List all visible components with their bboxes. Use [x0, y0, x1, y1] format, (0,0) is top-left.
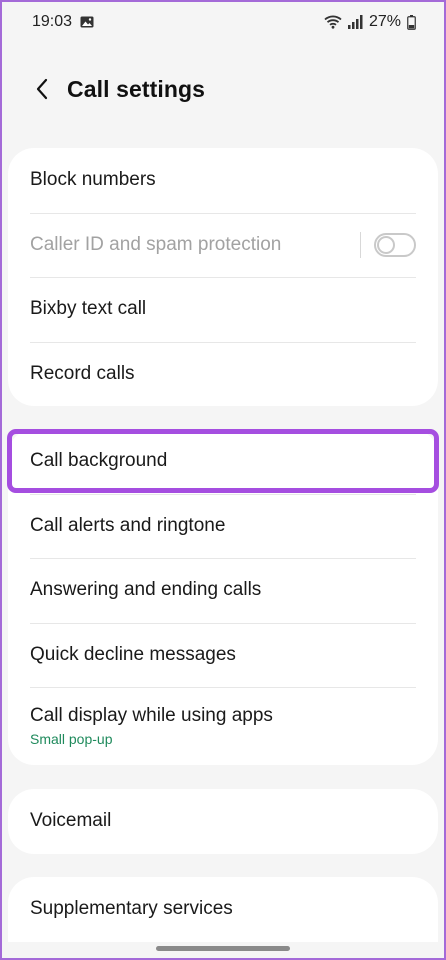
setting-quick-decline-messages[interactable]: Quick decline messages — [8, 622, 438, 688]
setting-bixby-text-call[interactable]: Bixby text call — [8, 277, 438, 342]
label-stack: Call display while using apps Small pop-… — [30, 705, 273, 747]
setting-supplementary-services[interactable]: Supplementary services — [8, 877, 438, 942]
back-button[interactable] — [22, 69, 62, 109]
setting-label: Call background — [30, 450, 168, 472]
setting-answering-ending-calls[interactable]: Answering and ending calls — [8, 558, 438, 623]
setting-caller-id-spam[interactable]: Caller ID and spam protection — [8, 212, 438, 278]
setting-label: Caller ID and spam protection — [30, 233, 282, 255]
setting-sublabel: Small pop-up — [30, 731, 113, 747]
setting-label: Bixby text call — [30, 298, 147, 320]
toggle-knob — [377, 235, 395, 254]
setting-block-numbers[interactable]: Block numbers — [8, 148, 438, 213]
setting-label: Call alerts and ringtone — [30, 514, 226, 536]
setting-voicemail[interactable]: Voicemail — [8, 789, 438, 854]
status-indicators: 27% — [324, 13, 416, 31]
toggle-area — [360, 231, 416, 258]
setting-label: Record calls — [30, 362, 135, 384]
home-indicator[interactable] — [156, 946, 290, 951]
gallery-icon — [80, 16, 94, 28]
setting-call-display-apps[interactable]: Call display while using apps Small pop-… — [8, 687, 438, 765]
signal-icon — [347, 15, 363, 29]
settings-group-voicemail: Voicemail — [8, 789, 438, 854]
setting-label: Call display while using apps — [30, 705, 273, 726]
wifi-icon — [324, 15, 342, 29]
setting-call-background[interactable]: Call background — [8, 429, 438, 494]
setting-label: Block numbers — [30, 169, 156, 191]
status-time: 19:03 — [32, 13, 73, 30]
settings-group-general: Block numbers Caller ID and spam protect… — [8, 148, 438, 406]
settings-group-call: Call background Call alerts and ringtone… — [8, 429, 438, 765]
setting-record-calls[interactable]: Record calls — [8, 341, 438, 407]
setting-call-alerts-ringtone[interactable]: Call alerts and ringtone — [8, 493, 438, 559]
setting-label: Quick decline messages — [30, 643, 236, 665]
settings-group-supplementary: Supplementary services — [8, 877, 438, 942]
setting-label: Answering and ending calls — [30, 579, 262, 601]
status-bar: 19:03 27% — [0, 0, 446, 44]
chevron-left-icon — [36, 78, 48, 100]
toggle-divider — [360, 231, 361, 258]
battery-icon — [407, 14, 416, 30]
app-header: Call settings — [0, 58, 446, 120]
setting-label: Voicemail — [30, 810, 112, 832]
battery-percent: 27% — [368, 13, 401, 30]
page-title: Call settings — [67, 75, 206, 102]
caller-id-toggle[interactable] — [374, 232, 416, 257]
setting-label: Supplementary services — [30, 898, 233, 920]
